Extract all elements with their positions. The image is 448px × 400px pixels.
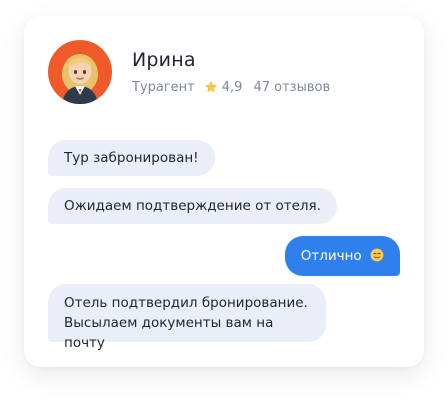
incoming-message: Тур забронирован! [48,140,215,176]
profile-header: Ирина Турагент 4,9 47 отзывов [48,40,330,104]
user-reviews-count[interactable]: 47 отзывов [253,80,330,95]
incoming-message: Ожидаем подтверждение от отеля. [48,188,337,224]
user-name: Ирина [132,49,196,71]
message-text: Отель подтвердил бронирование. Высылаем … [64,295,308,351]
star-icon [204,80,218,94]
outgoing-message: Отлично [284,236,400,276]
woman-avatar-icon[interactable] [48,40,112,104]
message-text: Ожидаем подтверждение от отеля. [64,198,321,214]
relieved-face-icon [370,248,384,262]
chat-card: Ирина Турагент 4,9 47 отзывов Тур заброн… [24,16,424,367]
user-meta: Турагент 4,9 47 отзывов [132,80,330,95]
message-text: Отлично [300,248,362,264]
user-info: Ирина Турагент 4,9 47 отзывов [132,49,330,95]
message-text: Тур забронирован! [64,150,199,166]
incoming-message: Отель подтвердил бронирование. Высылаем … [48,284,326,351]
user-rating: 4,9 [221,80,243,95]
user-role: Турагент [132,80,195,95]
